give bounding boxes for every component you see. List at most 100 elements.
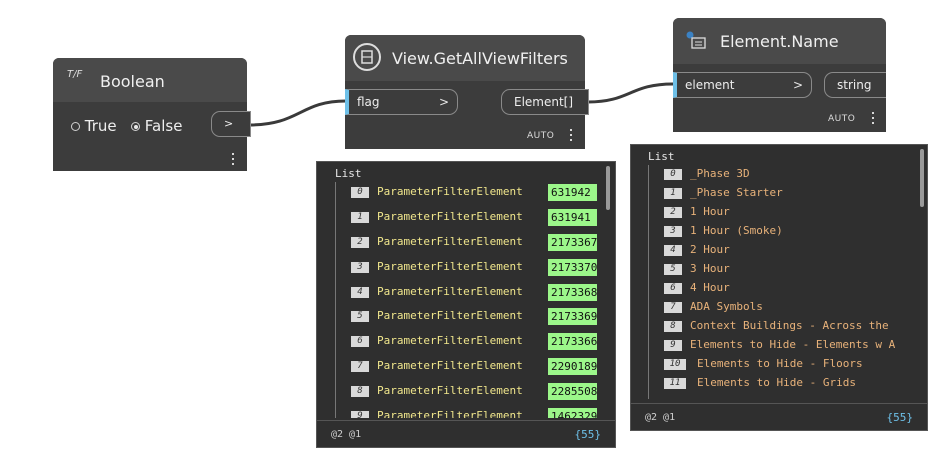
list-levels[interactable]: @2 @1 (331, 429, 361, 440)
list-index: 0 (351, 187, 369, 198)
filters-list[interactable]: 0 ParameterFilterElement 631942 1 Parame… (317, 182, 613, 418)
string-output-port[interactable]: string (824, 72, 886, 98)
element-list-output-port[interactable]: Element[] (501, 89, 589, 115)
list-value: 2 Hour (690, 243, 730, 256)
view-filters-node-header[interactable]: View.GetAllViewFilters (345, 35, 585, 81)
list-index: 4 (664, 245, 682, 256)
list-value: ParameterFilterElement (377, 260, 523, 273)
lacing-label[interactable]: AUTO (828, 114, 855, 124)
boolean-output-port[interactable]: > (211, 111, 251, 137)
list-value: 1 Hour (Smoke) (690, 224, 783, 237)
element-icon (685, 30, 707, 50)
list-index: 8 (351, 386, 369, 397)
list-value: Context Buildings - Across the (690, 319, 889, 332)
element-id-badge[interactable]: 2173367 (548, 234, 597, 251)
list-index: 2 (664, 207, 682, 218)
scrollbar[interactable] (606, 166, 610, 210)
list-index: 11 (664, 378, 686, 389)
list-index: 6 (664, 283, 682, 294)
lacing-label[interactable]: AUTO (527, 131, 554, 141)
wire-boolean-to-filters[interactable] (248, 99, 347, 127)
list-index: 9 (664, 340, 682, 351)
list-value: _Phase 3D (690, 167, 750, 180)
list-index: 0 (664, 169, 682, 180)
element-id-badge[interactable]: 631941 (548, 209, 597, 226)
list-index: 2 (351, 237, 369, 248)
kebab-menu-icon[interactable] (232, 153, 235, 168)
list-value: ADA Symbols (690, 300, 763, 313)
flag-input-port[interactable]: flag > (345, 89, 458, 115)
element-input-port[interactable]: element > (673, 72, 812, 98)
list-index: 8 (664, 321, 682, 332)
view-filter-icon (353, 43, 381, 71)
preview-footer: @2 @1 {55} (317, 420, 615, 447)
radio-false[interactable] (131, 122, 140, 131)
list-header: List (648, 150, 675, 163)
chevron-right-icon: > (224, 117, 234, 130)
view-filters-node[interactable]: View.GetAllViewFilters flag > Element[] … (345, 35, 589, 149)
element-name-node-title: Element.Name (720, 32, 839, 51)
list-value: ParameterFilterElement (377, 309, 523, 322)
kebab-menu-icon[interactable] (872, 112, 875, 127)
list-value: ParameterFilterElement (377, 409, 523, 418)
list-value: ParameterFilterElement (377, 359, 523, 372)
element-id-badge[interactable]: 1462329 (548, 408, 597, 418)
element-name-node-header[interactable]: Element.Name (673, 18, 886, 64)
element-id-badge[interactable]: 2290189 (548, 358, 597, 375)
list-value: _Phase Starter (690, 186, 783, 199)
chevron-right-icon: > (792, 78, 803, 92)
item-count: {55} (886, 411, 914, 424)
item-count: {55} (574, 428, 602, 441)
list-index: 5 (351, 311, 369, 322)
scrollbar[interactable] (920, 149, 924, 207)
option-false[interactable]: False (131, 117, 182, 135)
element-id-badge[interactable]: 2173366 (548, 333, 597, 350)
element-id-badge[interactable]: 2285508 (548, 383, 597, 400)
list-value: ParameterFilterElement (377, 235, 523, 248)
boolean-node[interactable]: T/F Boolean True False > (53, 58, 251, 171)
flag-port-label: flag (357, 95, 380, 109)
list-value: ParameterFilterElement (377, 185, 523, 198)
output-port-label: string (837, 78, 872, 92)
element-id-badge[interactable]: 631942 (548, 184, 597, 201)
list-index: 6 (351, 336, 369, 347)
list-index: 9 (351, 411, 369, 418)
output-port-label: Element[] (514, 95, 574, 109)
view-filters-node-title: View.GetAllViewFilters (392, 49, 568, 68)
list-value: ParameterFilterElement (377, 285, 523, 298)
list-index: 1 (664, 188, 682, 199)
list-value: 3 Hour (690, 262, 730, 275)
element-id-badge[interactable]: 2173368 (548, 284, 597, 301)
list-value: 4 Hour (690, 281, 730, 294)
list-value: Elements to Hide - Floors (697, 357, 863, 370)
list-header: List (335, 167, 362, 180)
filters-preview-bubble[interactable]: List 0 ParameterFilterElement 631942 1 P… (316, 161, 616, 448)
list-value: Elements to Hide - Grids (697, 376, 856, 389)
option-false-label: False (144, 117, 183, 135)
element-id-badge[interactable]: 2173370 (548, 259, 597, 276)
element-id-badge[interactable]: 2173369 (548, 308, 597, 325)
option-true[interactable]: True (71, 117, 117, 135)
wire-filters-to-name[interactable] (587, 82, 674, 104)
list-index: 4 (351, 287, 369, 298)
list-value: ParameterFilterElement (377, 384, 523, 397)
boolean-node-title: Boolean (100, 72, 165, 91)
element-port-label: element (685, 78, 735, 92)
kebab-menu-icon[interactable] (570, 129, 573, 144)
list-index: 7 (351, 361, 369, 372)
radio-true[interactable] (71, 122, 80, 131)
element-name-node[interactable]: Element.Name element > string AUTO (673, 18, 886, 132)
list-index: 7 (664, 302, 682, 313)
list-value: ParameterFilterElement (377, 334, 523, 347)
list-value: Elements to Hide - Elements w A (690, 338, 896, 351)
boolean-node-header[interactable]: T/F Boolean (53, 58, 247, 102)
list-index: 10 (664, 359, 686, 370)
chevron-right-icon: > (438, 95, 449, 109)
option-true-label: True (84, 117, 117, 135)
list-value: 1 Hour (690, 205, 730, 218)
names-list[interactable]: 0 _Phase 3D 1 _Phase Starter 2 1 Hour 3 … (631, 165, 919, 399)
names-preview-bubble[interactable]: List 0 _Phase 3D 1 _Phase Starter 2 1 Ho… (630, 144, 928, 431)
list-levels[interactable]: @2 @1 (645, 412, 675, 423)
tf-glyph-icon: T/F (67, 69, 83, 80)
list-index: 3 (664, 226, 682, 237)
